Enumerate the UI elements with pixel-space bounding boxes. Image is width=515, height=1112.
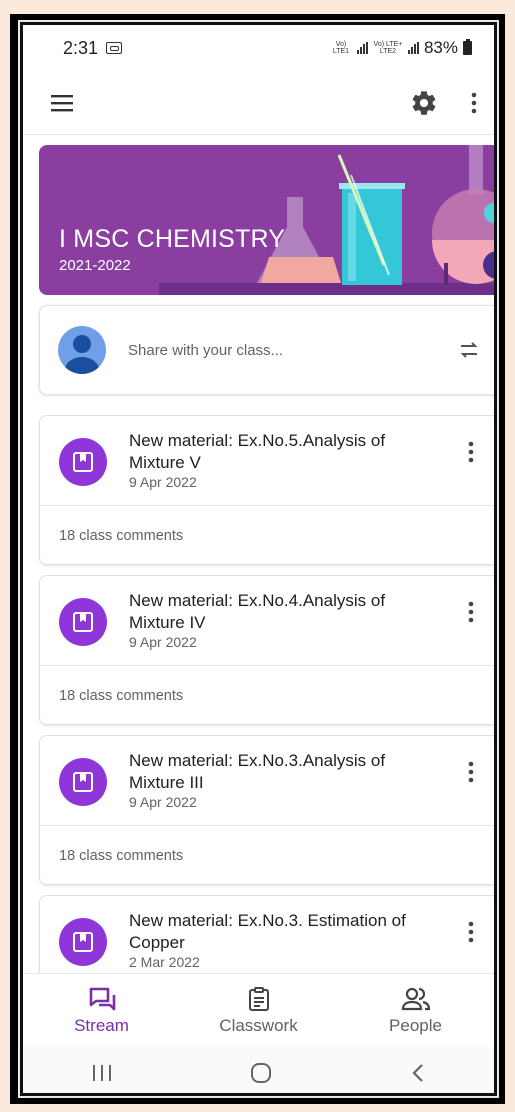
sim2-label: Vo) LTE+ LTE2 (373, 41, 403, 55)
post-card[interactable]: New material: Ex.No.5.Analysis of Mixtur… (39, 415, 494, 565)
more-vert-icon[interactable] (470, 91, 478, 115)
tab-classwork[interactable]: Classwork (199, 986, 319, 1036)
tab-stream[interactable]: Stream (42, 986, 162, 1036)
tab-people-label: People (389, 1015, 442, 1035)
material-icon (59, 438, 107, 486)
post-card[interactable]: New material: Ex.No.4.Analysis of Mixtur… (39, 575, 494, 725)
post-card[interactable]: New material: Ex.No.3. Estimation of Cop… (39, 895, 494, 973)
phone-screen: 2:31 Vo) LTE1 Vo) LTE+ LTE2 83% I MSC CH… (18, 20, 499, 1098)
class-comments-link[interactable]: 18 class comments (40, 826, 494, 886)
clipboard-icon (248, 986, 269, 1011)
voicemail-icon (106, 42, 123, 54)
repost-icon[interactable] (457, 338, 481, 362)
share-input[interactable]: Share with your class... (128, 342, 457, 359)
bottom-navigation: Stream Classwork People (23, 973, 494, 1047)
class-banner: I MSC CHEMISTRY 2021-2022 (39, 145, 494, 295)
material-icon (59, 598, 107, 646)
class-title: I MSC CHEMISTRY (59, 225, 286, 253)
status-time: 2:31 (63, 37, 99, 58)
post-date: 9 Apr 2022 (129, 634, 197, 650)
recent-apps-icon[interactable] (91, 1063, 113, 1083)
share-with-class-card[interactable]: Share with your class... (39, 305, 494, 395)
stream-content[interactable]: I MSC CHEMISTRY 2021-2022 Share with you… (23, 135, 494, 973)
post-date: 2 Mar 2022 (129, 954, 200, 970)
post-title[interactable]: New material: Ex.No.3.Analysis of Mixtur… (129, 750, 429, 794)
material-icon (59, 758, 107, 806)
signal-icon (407, 42, 419, 54)
class-comments-link[interactable]: 18 class comments (40, 666, 494, 726)
class-comments-link[interactable]: 18 class comments (40, 506, 494, 566)
post-title[interactable]: New material: Ex.No.4.Analysis of Mixtur… (129, 590, 429, 634)
system-navigation-bar (23, 1047, 494, 1093)
people-icon (401, 987, 430, 1010)
post-title[interactable]: New material: Ex.No.5.Analysis of Mixtur… (129, 430, 429, 474)
more-vert-icon[interactable] (461, 918, 481, 946)
home-icon[interactable] (249, 1061, 273, 1085)
more-vert-icon[interactable] (461, 758, 481, 786)
back-icon[interactable] (410, 1062, 426, 1084)
more-vert-icon[interactable] (461, 598, 481, 626)
tab-people[interactable]: People (356, 986, 476, 1036)
post-card[interactable]: New material: Ex.No.3.Analysis of Mixtur… (39, 735, 494, 885)
tab-stream-label: Stream (74, 1015, 129, 1035)
hamburger-menu-icon[interactable] (51, 94, 75, 112)
battery-percent: 83% (423, 38, 458, 57)
post-title[interactable]: New material: Ex.No.3. Estimation of Cop… (129, 910, 429, 954)
class-subtitle: 2021-2022 (59, 257, 131, 274)
gear-icon[interactable] (410, 89, 438, 117)
avatar (58, 326, 106, 374)
signal-icon (356, 42, 368, 54)
battery-icon (463, 39, 472, 55)
tab-classwork-label: Classwork (219, 1015, 298, 1035)
stream-icon (89, 987, 115, 1010)
status-bar: 2:31 Vo) LTE1 Vo) LTE+ LTE2 83% (23, 25, 494, 71)
post-date: 9 Apr 2022 (129, 794, 197, 810)
material-icon (59, 918, 107, 966)
more-vert-icon[interactable] (461, 438, 481, 466)
post-date: 9 Apr 2022 (129, 474, 197, 490)
app-bar (23, 71, 494, 135)
sim1-label: Vo) LTE1 (332, 41, 350, 55)
